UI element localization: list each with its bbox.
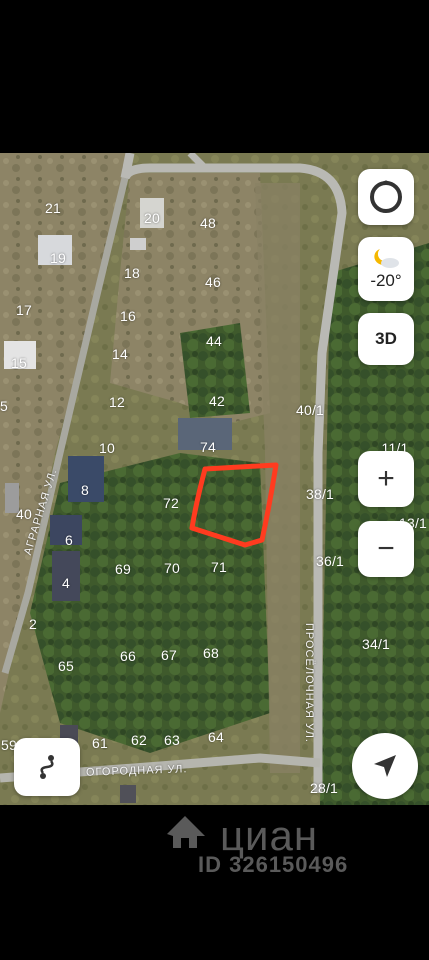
compass-ring-icon [370,180,402,213]
plot-number-p17: 17 [16,302,32,318]
view-3d-button[interactable]: 3D [358,313,414,365]
plot-number-p46: 46 [205,274,221,290]
navigation-arrow-icon [374,755,396,777]
plot-number-p8: 8 [81,482,89,498]
watermark-band [0,805,429,960]
plot-number-p48: 48 [200,215,216,231]
minus-icon: − [377,532,395,565]
view-3d-label: 3D [375,329,397,348]
route-squiggle-icon [40,755,54,779]
plot-number-p70: 70 [164,560,180,576]
plot-number-p67: 67 [161,647,177,663]
plot-number-p69: 69 [115,561,131,577]
cian-logo-icon [167,816,205,848]
plot-number-p36-1: 36/1 [315,553,345,569]
my-location-button[interactable] [352,733,418,799]
street-label-proselochnaya: ПРОСЁЛОЧНАЯ УЛ. [303,623,315,743]
route-button[interactable] [14,738,80,796]
zoom-out-button[interactable]: − [358,521,414,577]
plot-number-p10: 10 [99,440,115,456]
compass-button[interactable] [358,169,414,225]
weather-widget[interactable]: -20° [358,237,414,301]
plot-number-p20: 20 [144,210,160,226]
plot-number-p40: 40 [16,506,32,522]
plot-number-p2: 2 [29,616,37,632]
plot-number-p63: 63 [164,732,180,748]
plot-number-p65: 65 [58,658,74,674]
plus-icon: + [377,462,395,495]
plot-number-p12: 12 [109,394,125,410]
plot-number-p68: 68 [203,645,219,661]
plot-number-p6: 6 [65,532,73,548]
plot-number-p34-1: 34/1 [361,636,391,652]
map-view[interactable]: 21 20 48 19 18 46 17 16 44 15 14 12 42 40/1 5 10 74 11/1 8… [0,153,429,805]
plot-number-p19: 19 [50,250,66,266]
plot-number-p15: 15 [11,355,27,371]
temperature-label: -20° [370,271,402,290]
moon-cloud-icon [374,249,399,268]
plot-number-p62: 62 [131,732,147,748]
plot-number-p64: 64 [208,729,224,745]
plot-number-p14: 14 [112,346,128,362]
plot-number-p42: 42 [209,393,225,409]
plot-number-p16: 16 [120,308,136,324]
plot-number-p66: 66 [120,648,136,664]
plot-number-p61: 61 [92,735,108,751]
plot-number-p5: 5 [0,398,8,414]
plot-number-p28-1: 28/1 [309,780,339,796]
watermark-listing-id: ID 326150496 [198,852,349,877]
plot-number-p21: 21 [45,200,61,216]
plot-number-p38-1: 38/1 [305,486,335,502]
plot-number-p71: 71 [211,559,227,575]
zoom-in-button[interactable]: + [358,451,414,507]
plot-number-p4: 4 [62,575,70,591]
plot-number-p74: 74 [200,439,216,455]
plot-number-p72: 72 [163,495,179,511]
plot-number-p18: 18 [124,265,140,281]
plot-number-p40-1: 40/1 [295,402,325,418]
plot-number-p44: 44 [206,333,222,349]
